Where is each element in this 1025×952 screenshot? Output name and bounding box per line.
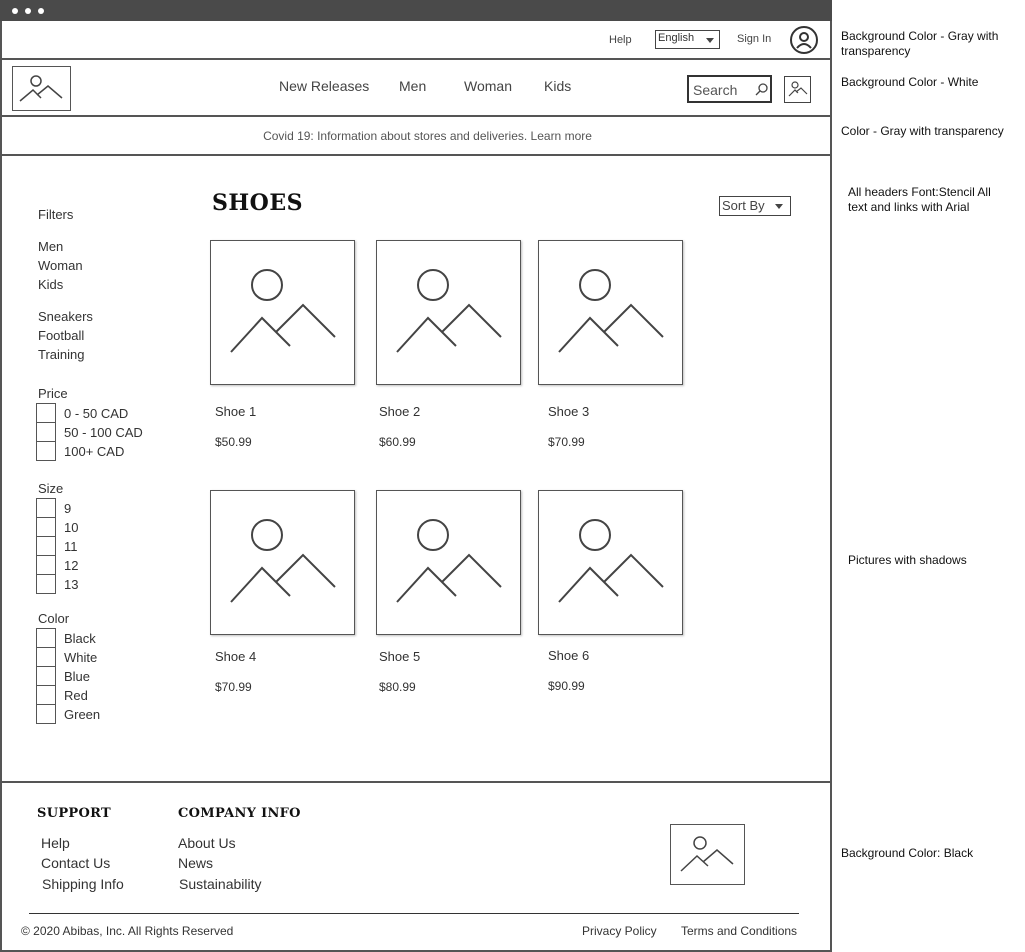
annotation-nav-bg: Background Color - White — [841, 75, 979, 89]
color-option-label: Blue — [64, 669, 91, 684]
annotation-footer-bg: Background Color: Black — [841, 846, 974, 860]
color-checkbox[interactable] — [36, 666, 56, 686]
color-checkbox[interactable] — [36, 647, 56, 667]
privacy-policy-link[interactable]: Privacy Policy — [582, 924, 657, 938]
product-name[interactable]: Shoe 6 — [548, 648, 589, 663]
language-value: English — [658, 32, 695, 44]
color-option-label: White — [64, 650, 98, 665]
user-circle-icon[interactable] — [790, 26, 818, 54]
util-help-link[interactable]: Help — [609, 34, 632, 46]
account-image-placeholder-icon[interactable] — [784, 76, 811, 103]
product-image-placeholder-icon[interactable] — [376, 240, 521, 385]
color-checkbox[interactable] — [36, 628, 56, 648]
search-input[interactable]: Search — [687, 75, 772, 103]
signin-link[interactable]: Sign In — [737, 33, 771, 45]
footer-company-heading: COMPANY INFO — [178, 806, 301, 821]
size-option-label: 11 — [64, 539, 78, 554]
annotation-covid-color: Color - Gray with transparency — [841, 124, 1004, 138]
product-image-placeholder-icon[interactable] — [210, 490, 355, 635]
size-option-label: 9 — [64, 501, 72, 516]
copyright-text: © 2020 Abibas, Inc. All Rights Reserved — [21, 924, 234, 938]
filter-gender-woman[interactable]: Woman — [38, 258, 83, 273]
price-checkbox[interactable] — [36, 422, 56, 442]
product-image-placeholder-icon[interactable] — [376, 490, 521, 635]
product-price: $70.99 — [548, 435, 585, 449]
product-price: $70.99 — [215, 680, 252, 694]
color-option-label: Black — [64, 631, 96, 646]
product-price: $90.99 — [548, 679, 585, 693]
size-checkbox[interactable] — [36, 536, 56, 556]
search-placeholder: Search — [693, 82, 738, 98]
sort-by-select[interactable]: Sort By — [719, 196, 791, 216]
footer-link-news[interactable]: News — [178, 855, 213, 871]
footer-link-about[interactable]: About Us — [178, 835, 236, 851]
product-price: $60.99 — [379, 435, 416, 449]
footer-divider — [29, 913, 799, 914]
price-option-label: 0 - 50 CAD — [64, 406, 129, 421]
nav-item-new-releases[interactable]: New Releases — [279, 78, 369, 94]
color-option-label: Green — [64, 707, 101, 722]
search-icon — [755, 83, 768, 96]
nav-item-kids[interactable]: Kids — [544, 78, 571, 94]
size-option-label: 10 — [64, 520, 79, 535]
product-name[interactable]: Shoe 5 — [379, 649, 420, 664]
footer-logo-image-placeholder-icon[interactable] — [670, 824, 745, 885]
covid-info-link[interactable]: Covid 19: Information about stores and d… — [0, 129, 855, 143]
window-titlebar — [0, 0, 832, 21]
price-checkbox[interactable] — [36, 441, 56, 461]
window-dot-icon — [12, 8, 18, 14]
size-option-label: 13 — [64, 577, 79, 592]
language-select[interactable]: English — [655, 30, 720, 49]
nav-item-men[interactable]: Men — [399, 78, 426, 94]
product-price: $80.99 — [379, 680, 416, 694]
logo-image-placeholder-icon[interactable] — [12, 66, 71, 111]
filter-category-football[interactable]: Football — [38, 328, 84, 343]
annotation-util-bg: Background Color - Gray with transparenc… — [841, 29, 999, 58]
size-heading: Size — [38, 481, 64, 496]
filter-gender-men[interactable]: Men — [38, 239, 63, 254]
page-title: SHOES — [212, 190, 303, 216]
color-option-label: Red — [64, 688, 88, 703]
window-dot-icon — [38, 8, 44, 14]
filter-category-sneakers[interactable]: Sneakers — [38, 309, 93, 324]
product-price: $50.99 — [215, 435, 252, 449]
product-image-placeholder-icon[interactable] — [210, 240, 355, 385]
sort-by-label: Sort By — [722, 198, 765, 213]
product-name[interactable]: Shoe 3 — [548, 404, 589, 419]
size-option-label: 12 — [64, 558, 79, 573]
color-checkbox[interactable] — [36, 704, 56, 724]
footer-link-contact[interactable]: Contact Us — [41, 855, 110, 871]
filters-heading: Filters — [38, 207, 74, 222]
product-name[interactable]: Shoe 2 — [379, 404, 420, 419]
footer-link-sustainability[interactable]: Sustainability — [179, 876, 262, 892]
color-heading: Color — [38, 611, 70, 626]
price-option-label: 50 - 100 CAD — [64, 425, 143, 440]
size-checkbox[interactable] — [36, 574, 56, 594]
size-checkbox[interactable] — [36, 498, 56, 518]
price-checkbox[interactable] — [36, 403, 56, 423]
filter-gender-kids[interactable]: Kids — [38, 277, 63, 292]
product-name[interactable]: Shoe 4 — [215, 649, 256, 664]
price-option-label: 100+ CAD — [64, 444, 125, 459]
window-dot-icon — [25, 8, 31, 14]
nav-item-woman[interactable]: Woman — [464, 78, 512, 94]
filter-category-training[interactable]: Training — [38, 347, 84, 362]
size-checkbox[interactable] — [36, 517, 56, 537]
product-image-placeholder-icon[interactable] — [538, 240, 683, 385]
product-image-placeholder-icon[interactable] — [538, 490, 683, 635]
size-checkbox[interactable] — [36, 555, 56, 575]
footer-support-heading: SUPPORT — [37, 806, 111, 821]
terms-link[interactable]: Terms and Conditions — [681, 924, 797, 938]
annotation-fonts: All headers Font:Stencil All text and li… — [848, 185, 991, 214]
caret-down-icon — [706, 38, 714, 43]
annotation-pictures: Pictures with shadows — [848, 553, 967, 567]
caret-down-icon — [775, 204, 783, 209]
footer-link-shipping[interactable]: Shipping Info — [42, 876, 124, 892]
product-name[interactable]: Shoe 1 — [215, 404, 256, 419]
price-heading: Price — [38, 386, 68, 401]
color-checkbox[interactable] — [36, 685, 56, 705]
footer-link-help[interactable]: Help — [41, 835, 70, 851]
